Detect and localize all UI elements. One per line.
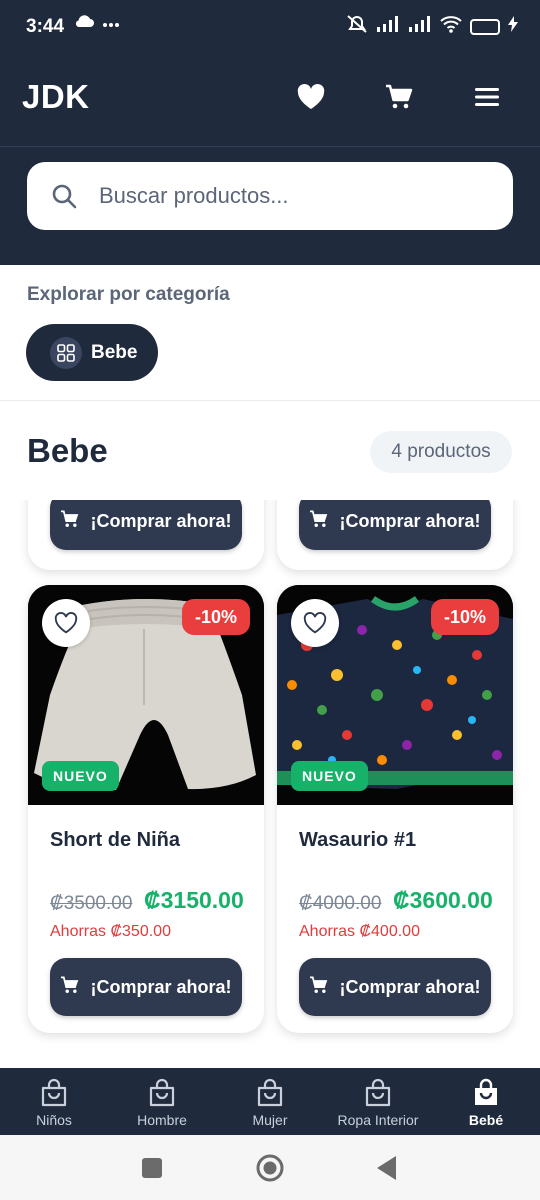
- more-notifications-icon: [102, 15, 120, 33]
- product-card-partial: ¡Comprar ahora!: [277, 500, 513, 570]
- discount-badge: -10%: [181, 599, 250, 635]
- nav-label: Hombre: [137, 1112, 187, 1128]
- signal-icon: [376, 16, 400, 37]
- heart-icon[interactable]: [296, 82, 326, 112]
- buy-now-label: ¡Comprar ahora!: [90, 976, 232, 997]
- status-time: 3:44: [26, 16, 65, 37]
- search-section: [0, 147, 540, 265]
- bag-icon: [39, 1077, 69, 1109]
- sale-price: ₡3600.00: [393, 887, 493, 913]
- system-navigation-bar: [0, 1135, 540, 1200]
- category-chip-label: Bebe: [91, 341, 138, 363]
- cart-icon: [309, 510, 329, 533]
- buy-now-label: ¡Comprar ahora!: [90, 510, 232, 531]
- nav-item-ninos[interactable]: Niños: [0, 1068, 108, 1135]
- status-bar: 3:44 68: [0, 0, 540, 54]
- search-bar[interactable]: [27, 162, 513, 230]
- buy-now-label: ¡Comprar ahora!: [339, 976, 481, 997]
- nav-label: Ropa Interior: [337, 1112, 419, 1128]
- search-icon: [51, 183, 77, 209]
- home-icon[interactable]: [256, 1154, 284, 1187]
- favorite-button[interactable]: [42, 599, 90, 647]
- bag-icon: [471, 1077, 501, 1109]
- section-title: Bebe: [27, 432, 108, 469]
- nav-label: Niños: [36, 1112, 72, 1128]
- product-card[interactable]: -10% NUEVO Wasaurio #1 ₡4000.00 ₡3600.00…: [277, 585, 513, 1033]
- charging-icon: [508, 16, 518, 37]
- product-count-badge: 4 productos: [370, 431, 512, 473]
- cart-icon: [60, 976, 80, 999]
- signal-icon-2: [408, 16, 432, 37]
- original-price: ₡4000.00: [299, 893, 382, 914]
- buy-now-label: ¡Comprar ahora!: [339, 510, 481, 531]
- buy-now-button[interactable]: ¡Comprar ahora!: [50, 958, 242, 1016]
- cart-icon[interactable]: [384, 82, 414, 112]
- bag-icon: [255, 1077, 285, 1109]
- nav-item-ropa-interior[interactable]: Ropa Interior: [324, 1068, 432, 1135]
- app-header: JDK: [0, 54, 540, 146]
- app-logo[interactable]: JDK: [22, 78, 90, 116]
- nav-item-mujer[interactable]: Mujer: [216, 1068, 324, 1135]
- discount-badge: -10%: [430, 599, 499, 635]
- grid-icon: [50, 336, 82, 369]
- favorite-button[interactable]: [291, 599, 339, 647]
- nav-label: Mujer: [252, 1112, 288, 1128]
- battery-level: 68: [478, 19, 492, 32]
- sale-price: ₡3150.00: [144, 887, 244, 913]
- nav-item-bebe[interactable]: Bebé: [432, 1068, 540, 1135]
- search-input[interactable]: [99, 183, 479, 209]
- product-image[interactable]: -10% NUEVO: [277, 585, 513, 805]
- category-chip-bebe[interactable]: Bebe: [26, 324, 158, 381]
- product-card-partial: ¡Comprar ahora!: [28, 500, 264, 570]
- bag-icon: [147, 1077, 177, 1109]
- section-divider: [0, 400, 540, 401]
- new-badge: NUEVO: [291, 761, 368, 791]
- cloud-icon: [74, 14, 94, 33]
- nav-item-hombre[interactable]: Hombre: [108, 1068, 216, 1135]
- new-badge: NUEVO: [42, 761, 119, 791]
- product-card[interactable]: -10% NUEVO Short de Niña ₡3500.00 ₡3150.…: [28, 585, 264, 1033]
- wifi-icon: [440, 15, 462, 38]
- product-grid[interactable]: ¡Comprar ahora! ¡Comprar ahora! -10% NUE…: [0, 500, 540, 1068]
- bottom-nav: Niños Hombre Mujer Ropa Interior Bebé: [0, 1068, 540, 1135]
- menu-icon[interactable]: [472, 82, 502, 112]
- cart-icon: [60, 510, 80, 533]
- savings-text: Ahorras ₡400.00: [299, 923, 420, 940]
- mute-icon: [346, 14, 368, 39]
- buy-now-button[interactable]: ¡Comprar ahora!: [299, 500, 491, 550]
- back-icon[interactable]: [377, 1156, 397, 1185]
- product-image[interactable]: -10% NUEVO: [28, 585, 264, 805]
- buy-now-button[interactable]: ¡Comprar ahora!: [299, 958, 491, 1016]
- recents-icon[interactable]: [142, 1158, 162, 1183]
- bag-icon: [363, 1077, 393, 1109]
- product-name[interactable]: Wasaurio #1: [299, 829, 416, 852]
- nav-label: Bebé: [468, 1112, 504, 1128]
- savings-text: Ahorras ₡350.00: [50, 923, 171, 940]
- original-price: ₡3500.00: [50, 893, 133, 914]
- cart-icon: [309, 976, 329, 999]
- battery-icon: 68: [470, 18, 500, 35]
- buy-now-button[interactable]: ¡Comprar ahora!: [50, 500, 242, 550]
- product-name[interactable]: Short de Niña: [50, 829, 180, 852]
- categories-label: Explorar por categoría: [27, 284, 230, 305]
